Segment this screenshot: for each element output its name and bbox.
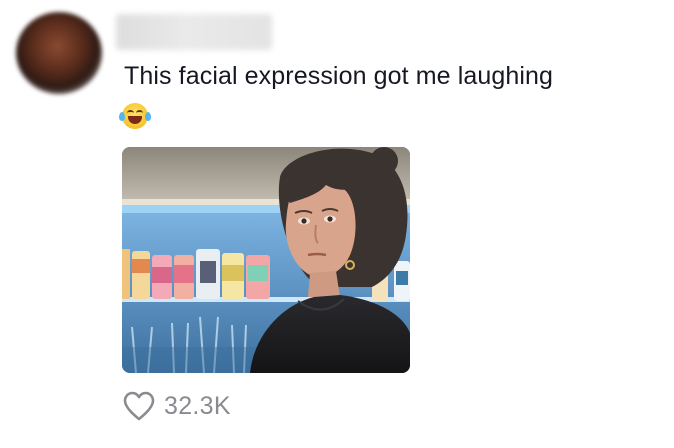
like-count: 32.3K xyxy=(164,391,231,420)
like-row: 32.3K xyxy=(122,388,231,424)
photo-illustration xyxy=(122,147,410,373)
avatar[interactable] xyxy=(16,12,102,94)
heart-outline-icon[interactable] xyxy=(122,390,156,422)
comment-photo-attachment[interactable] xyxy=(122,147,410,373)
username-redacted xyxy=(116,14,272,50)
tears-of-joy-emoji xyxy=(119,103,151,129)
comment-item: This facial expression got me laughing 3… xyxy=(0,0,674,448)
comment-text: This facial expression got me laughing xyxy=(124,62,554,90)
